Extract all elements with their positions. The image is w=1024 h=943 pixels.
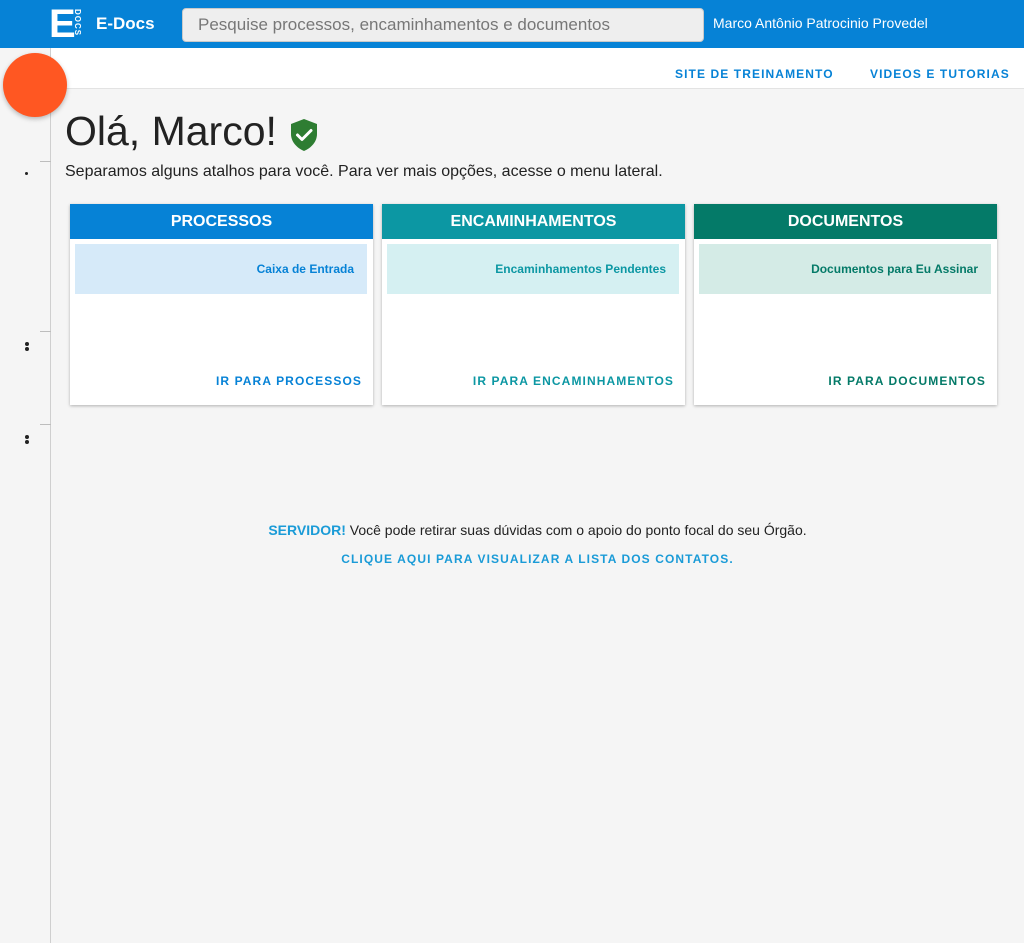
shortcut-documentos-para-assinar[interactable]: Documentos para Eu Assinar [699, 244, 991, 294]
card-title: DOCUMENTOS [694, 204, 997, 239]
go-to-encaminhamentos-link[interactable]: IR PARA ENCAMINHAMENTOS [473, 374, 674, 388]
card-encaminhamentos: ENCAMINHAMENTOS Encaminhamentos Pendente… [382, 204, 685, 405]
card-documentos: DOCUMENTOS Documentos para Eu Assinar IR… [694, 204, 997, 405]
notice-text: Você pode retirar suas dúvidas com o apo… [349, 522, 807, 538]
shortcut-encaminhamentos-pendentes[interactable]: Encaminhamentos Pendentes [387, 244, 679, 294]
user-name[interactable]: Marco Antônio Patrocinio Provedel [713, 15, 928, 31]
rail-divider [40, 161, 51, 162]
side-rail [0, 48, 51, 943]
rail-divider [40, 331, 51, 332]
training-site-link[interactable]: SITE DE TREINAMENTO [675, 67, 834, 81]
top-app-bar: E DOCS E-Docs Marco Antônio Patrocinio P… [0, 0, 1024, 48]
support-notice: SERVIDOR! Você pode retirar suas dúvidas… [51, 522, 1024, 538]
search-input[interactable] [182, 8, 704, 42]
verified-shield-icon [291, 119, 317, 151]
notice-label: SERVIDOR! [268, 522, 346, 538]
card-title: PROCESSOS [70, 204, 373, 239]
greeting-subtitle: Separamos alguns atalhos para você. Para… [65, 163, 663, 180]
rail-more-icon-dot [25, 440, 29, 444]
rail-more-icon[interactable] [25, 435, 29, 439]
shortcut-caixa-de-entrada[interactable]: Caixa de Entrada [75, 244, 367, 294]
logo-subtext: DOCS [73, 9, 82, 37]
logo-letter: E [49, 2, 76, 46]
rail-divider [40, 424, 51, 425]
rail-menu-icon[interactable] [25, 172, 28, 175]
app-title[interactable]: E-Docs [96, 14, 155, 34]
go-to-documentos-link[interactable]: IR PARA DOCUMENTOS [828, 374, 986, 388]
edocs-logo[interactable]: E DOCS [49, 2, 83, 46]
card-processos: PROCESSOS Caixa de Entrada IR PARA PROCE… [70, 204, 373, 405]
rail-more-icon-dot [25, 347, 29, 351]
contacts-list-link[interactable]: CLIQUE AQUI PARA VISUALIZAR A LISTA DOS … [51, 552, 1024, 566]
go-to-processos-link[interactable]: IR PARA PROCESSOS [216, 374, 362, 388]
rail-more-icon[interactable] [25, 342, 29, 346]
floating-action-button[interactable] [3, 53, 67, 117]
videos-tutorials-link[interactable]: VIDEOS E TUTORIAS [870, 67, 1010, 81]
greeting-title: Olá, Marco! [65, 108, 277, 154]
card-title: ENCAMINHAMENTOS [382, 204, 685, 239]
secondary-bar: SITE DE TREINAMENTO VIDEOS E TUTORIAS [51, 48, 1024, 89]
